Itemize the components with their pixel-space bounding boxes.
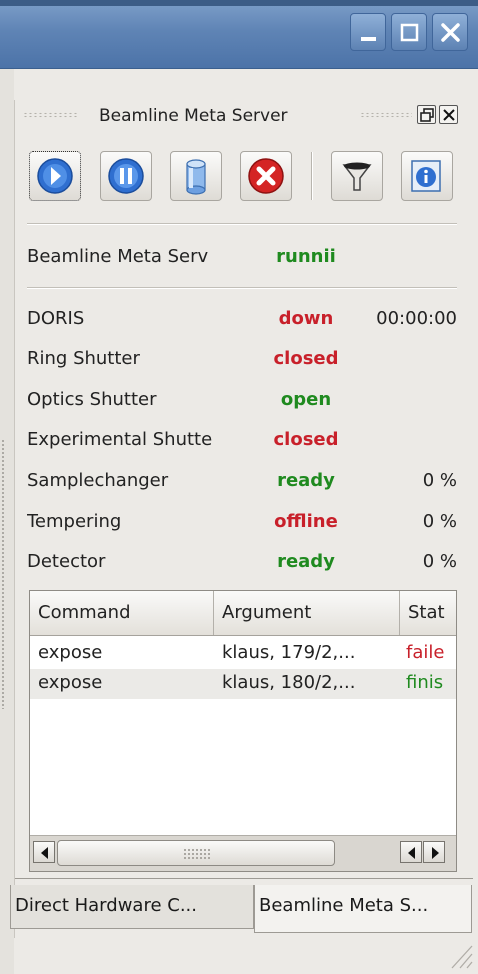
toolbar-separator	[311, 152, 313, 200]
minimize-icon	[361, 37, 376, 41]
table-header: Command Argument Stat	[30, 591, 456, 636]
maximize-button[interactable]	[391, 13, 427, 51]
cell-status: finis	[406, 672, 444, 693]
device-status-optics-shutter: open	[280, 389, 332, 410]
cell-command: expose	[38, 672, 103, 693]
device-status-tempering: offline	[274, 511, 338, 532]
close-icon	[441, 23, 460, 42]
scroll-left-button-secondary[interactable]	[400, 841, 422, 863]
cell-argument: klaus, 180/2,...	[222, 672, 356, 693]
info-icon	[411, 160, 441, 192]
separator	[27, 223, 457, 225]
stop-button[interactable]	[240, 151, 292, 201]
beamline-dock-panel: Beamline Meta Server Beamline Meta Serv …	[14, 100, 473, 938]
device-status-doris: down	[278, 308, 334, 329]
tab-direct-hardware[interactable]: Direct Hardware C...	[10, 885, 254, 929]
device-label-detector: Detector	[27, 551, 106, 572]
tab-bar-line	[15, 878, 473, 879]
device-extra-doris: 00:00:00	[376, 308, 457, 329]
close-icon	[443, 109, 455, 121]
pause-button[interactable]	[100, 151, 152, 201]
device-status-ring-shutter: closed	[273, 348, 339, 369]
column-header-argument[interactable]: Argument	[214, 591, 400, 635]
device-status-samplechanger: ready	[277, 470, 335, 491]
database-icon	[186, 159, 206, 195]
arrow-left-icon	[41, 847, 48, 859]
stop-icon	[248, 158, 284, 194]
device-label-doris: DORIS	[27, 308, 85, 329]
float-icon	[420, 108, 434, 122]
database-button[interactable]	[170, 151, 222, 201]
scroll-left-button[interactable]	[33, 841, 55, 863]
dock-close-button[interactable]	[439, 105, 458, 124]
splitter-handle[interactable]	[1, 439, 5, 709]
pause-icon	[108, 158, 144, 194]
start-button[interactable]	[29, 151, 81, 201]
table-row[interactable]: expose klaus, 180/2,... finis	[30, 669, 456, 699]
device-status-detector: ready	[277, 551, 335, 572]
arrow-right-icon	[432, 847, 439, 859]
scrollbar-thumb[interactable]	[57, 840, 335, 866]
command-table[interactable]: Command Argument Stat expose klaus, 179/…	[29, 590, 457, 872]
tab-beamline-meta-server[interactable]: Beamline Meta S...	[254, 885, 472, 933]
cell-command: expose	[38, 642, 103, 663]
device-status-experimental-shutter: closed	[273, 429, 339, 450]
device-label-samplechanger: Samplechanger	[27, 470, 169, 491]
device-extra-samplechanger: 0 %	[422, 470, 457, 491]
minimize-button[interactable]	[350, 13, 386, 51]
start-icon	[37, 158, 73, 194]
column-header-command[interactable]: Command	[30, 591, 214, 635]
filter-button[interactable]	[331, 151, 383, 201]
device-extra-tempering: 0 %	[422, 511, 457, 532]
dock-grip-left	[23, 112, 79, 118]
scrollbar-grip	[183, 848, 211, 860]
separator	[27, 287, 457, 289]
info-button[interactable]	[401, 151, 453, 201]
device-extra-detector: 0 %	[422, 551, 457, 572]
horizontal-scrollbar[interactable]	[30, 835, 456, 871]
server-status: runnii	[276, 246, 336, 267]
device-label-tempering: Tempering	[27, 511, 122, 532]
dock-header[interactable]: Beamline Meta Server	[15, 100, 473, 130]
maximize-icon	[400, 23, 419, 42]
server-label: Beamline Meta Serv	[27, 246, 209, 267]
device-label-experimental-shutter: Experimental Shutte	[27, 429, 213, 450]
column-header-status[interactable]: Stat	[400, 591, 456, 635]
device-label-optics-shutter: Optics Shutter	[27, 389, 157, 410]
resize-grip-icon[interactable]	[446, 940, 474, 970]
arrow-left-icon	[408, 847, 415, 859]
close-window-button[interactable]	[432, 13, 468, 51]
cell-status: faile	[406, 642, 445, 663]
dock-grip-right	[360, 112, 412, 118]
window-titlebar[interactable]	[0, 0, 478, 69]
table-row[interactable]: expose klaus, 179/2,... faile	[30, 639, 456, 669]
cell-argument: klaus, 179/2,...	[222, 642, 356, 663]
titlebar-top-edge	[0, 0, 478, 6]
dock-title: Beamline Meta Server	[99, 106, 288, 126]
dock-float-button[interactable]	[417, 105, 436, 124]
left-dock-strip	[0, 69, 14, 974]
scroll-right-button[interactable]	[423, 841, 445, 863]
device-label-ring-shutter: Ring Shutter	[27, 348, 140, 369]
filter-icon	[342, 162, 372, 191]
